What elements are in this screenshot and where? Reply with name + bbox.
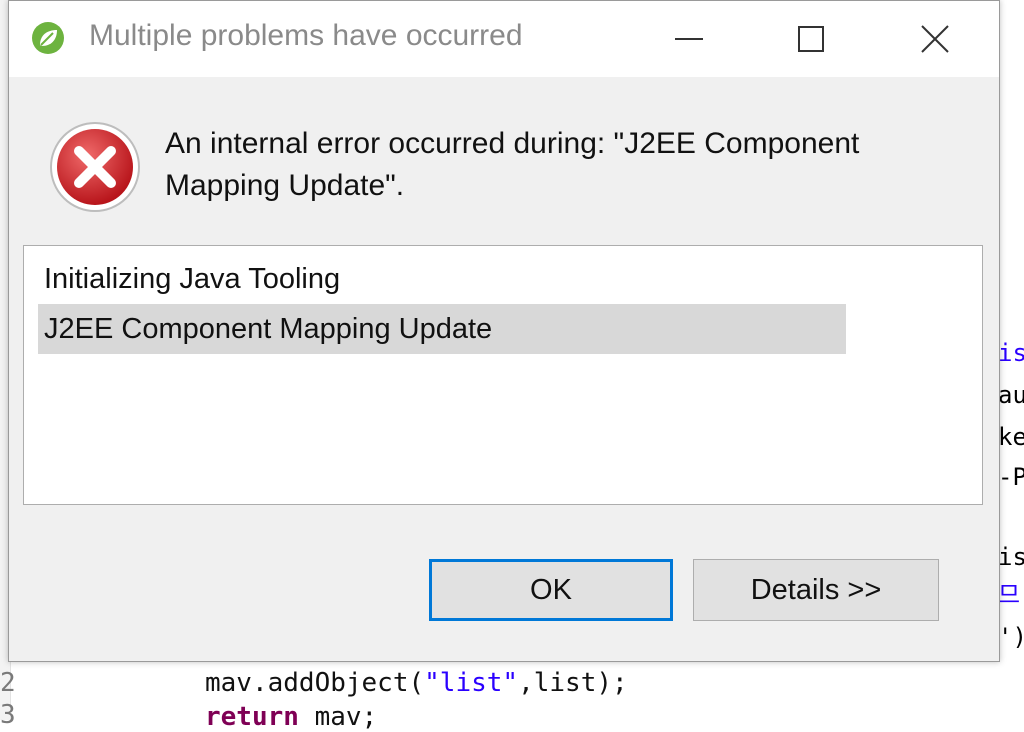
minimize-button[interactable] xyxy=(629,1,749,77)
error-x-icon xyxy=(50,122,140,212)
maximize-icon xyxy=(798,26,824,52)
code-method-call: mav.addObject( xyxy=(205,668,425,698)
code-argument: ,list); xyxy=(518,668,628,698)
code-return-value: mav; xyxy=(298,702,378,732)
minimize-icon xyxy=(675,38,703,40)
line-number: 3 xyxy=(0,700,16,730)
code-fragment: 므' xyxy=(998,581,1024,609)
close-button[interactable] xyxy=(875,1,995,77)
dialog-title: Multiple problems have occurred xyxy=(89,19,523,52)
code-fragment: ke xyxy=(998,423,1024,451)
code-fragment: -P xyxy=(998,463,1024,491)
error-dialog: Multiple problems have occurred An inter… xyxy=(8,0,1000,662)
code-keyword: return xyxy=(205,702,299,732)
line-number: 2 xyxy=(0,668,16,698)
code-fragment: au xyxy=(998,381,1024,409)
spring-leaf-icon xyxy=(32,22,64,54)
error-message: An internal error occurred during: "J2EE… xyxy=(165,127,860,202)
ok-button[interactable]: OK xyxy=(429,559,673,621)
code-string: "list" xyxy=(424,668,519,698)
title-bar[interactable]: Multiple problems have occurred xyxy=(9,1,999,77)
code-line: mav.addObject("list",list); xyxy=(205,668,628,698)
code-fragment: ') xyxy=(998,623,1024,651)
maximize-button[interactable] xyxy=(751,1,871,77)
code-fragment: is xyxy=(998,543,1024,571)
problem-item[interactable]: Initializing Java Tooling xyxy=(38,254,340,304)
close-icon xyxy=(921,25,949,53)
details-button[interactable]: Details >> xyxy=(693,559,939,621)
problem-list[interactable]: Initializing Java Tooling J2EE Component… xyxy=(23,245,983,505)
code-line: return mav; xyxy=(205,702,377,732)
problem-item-selected[interactable]: J2EE Component Mapping Update xyxy=(38,304,846,354)
code-fragment: is xyxy=(998,339,1024,367)
